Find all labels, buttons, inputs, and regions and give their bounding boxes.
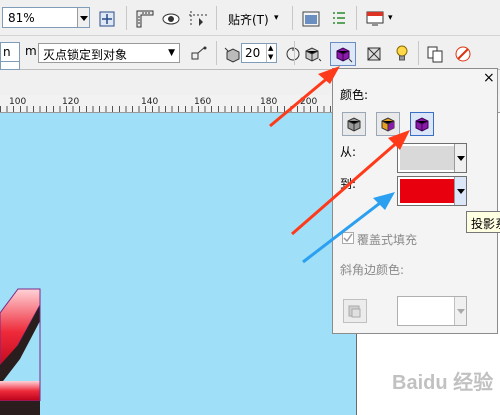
watermark: Baidu 经验 <box>392 366 493 395</box>
snap-label: 贴齐(T) <box>228 13 269 27</box>
extrude-color-button[interactable] <box>330 42 356 66</box>
use-object-fill-button[interactable] <box>342 112 366 136</box>
options-icon[interactable] <box>300 8 320 28</box>
depth-icon <box>222 44 240 63</box>
extrude-color-popup: × 颜色: 从: 到: 覆盖式填充 斜角边颜色: <box>332 68 498 334</box>
extrude-rotation-icon[interactable] <box>300 42 324 64</box>
spinner-arrows[interactable]: ▲ ▼ <box>266 44 276 62</box>
chevron-down-icon: ▾ <box>274 13 279 23</box>
to-label: 到: <box>340 177 357 191</box>
unit-label: m <box>25 44 37 58</box>
vanishing-point-dropdown[interactable]: 灭点锁定到对象 ▼ <box>38 43 180 63</box>
separator <box>356 6 357 30</box>
view-eye-icon[interactable] <box>160 8 180 28</box>
toolbar-row-1: 81% 贴齐(T) ▾ ▾ <box>0 0 500 36</box>
clear-extrude-icon[interactable] <box>452 43 472 63</box>
copy-properties-icon[interactable] <box>424 43 444 63</box>
from-color-swatch <box>400 146 454 170</box>
extruded-object[interactable] <box>0 285 60 415</box>
chevron-down-icon: ▼ <box>168 48 175 58</box>
snap-menu[interactable]: 贴齐(T) ▾ <box>222 8 282 28</box>
to-color-swatch <box>400 179 454 203</box>
guidelines-icon[interactable] <box>186 8 210 28</box>
depth-spinner[interactable]: 20 ▲ ▼ <box>241 43 277 63</box>
from-label: 从: <box>340 145 357 159</box>
use-solid-color-button[interactable] <box>376 112 400 136</box>
watermark-text: Baidu 经验 <box>392 372 494 394</box>
tooltip-text: 投影系 <box>471 217 500 231</box>
launcher-icon[interactable] <box>364 8 384 28</box>
use-color-shading-button[interactable] <box>410 112 434 136</box>
separator <box>418 41 419 65</box>
bevel-color-swatch <box>400 299 454 323</box>
bevel-color-dropdown[interactable] <box>454 297 466 325</box>
from-color-picker[interactable] <box>397 143 467 173</box>
zoom-combobox[interactable]: 81% <box>2 7 90 28</box>
overlay-fill-label: 覆盖式填充 <box>357 233 418 247</box>
extrude-bevel-icon[interactable] <box>362 42 386 64</box>
bevel-color-picker[interactable] <box>397 296 467 326</box>
separator <box>294 41 295 65</box>
depth-value: 20 <box>245 46 261 60</box>
tooltip: 投影系 <box>466 211 500 233</box>
vanishing-point-tool-icon[interactable] <box>188 43 208 63</box>
from-color-dropdown[interactable] <box>454 144 466 172</box>
partial-field-2[interactable] <box>0 62 20 70</box>
bevel-color-label: 斜角边颜色: <box>340 263 405 277</box>
overlay-fill-checkbox[interactable] <box>342 232 354 244</box>
partial-field-text: n <box>3 45 11 59</box>
zoom-value: 81% <box>8 11 35 25</box>
launcher-chevron-down-icon[interactable]: ▾ <box>388 14 393 23</box>
close-icon[interactable]: × <box>483 70 495 86</box>
separator <box>216 6 217 30</box>
zoom-fit-icon[interactable] <box>96 8 116 28</box>
to-color-dropdown[interactable] <box>454 177 466 205</box>
separator <box>216 41 217 65</box>
vanishing-point-value: 灭点锁定到对象 <box>43 48 128 62</box>
zoom-dropdown-arrow[interactable] <box>77 8 89 27</box>
separator <box>126 6 127 30</box>
color-heading: 颜色: <box>340 88 369 102</box>
lighting-bulb-icon[interactable] <box>390 42 412 64</box>
properties-icon[interactable] <box>328 8 348 28</box>
property-bar: n m 灭点锁定到对象 ▼ 20 ▲ ▼ <box>0 36 500 70</box>
partial-field[interactable]: n <box>0 42 20 62</box>
bevel-use-extrude-color-button[interactable] <box>343 299 367 323</box>
to-color-picker[interactable] <box>397 176 467 206</box>
rulers-icon[interactable] <box>134 8 154 28</box>
separator <box>292 6 293 30</box>
rotate-depth-icon[interactable] <box>282 43 302 63</box>
